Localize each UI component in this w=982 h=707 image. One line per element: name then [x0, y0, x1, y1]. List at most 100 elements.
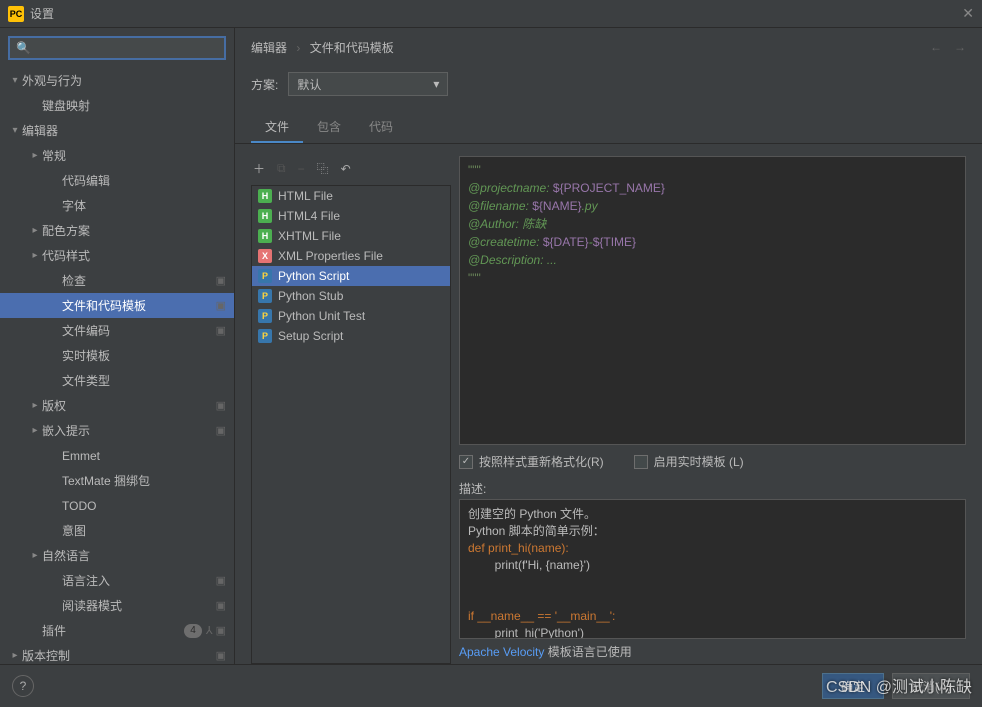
ok-button[interactable]: 确定	[822, 673, 884, 699]
sidebar-item[interactable]: TODO	[0, 493, 234, 518]
py-file-icon: P	[258, 329, 272, 343]
sidebar-item[interactable]: 插件4⅄ ▣	[0, 618, 234, 643]
sidebar-item[interactable]: 文件类型	[0, 368, 234, 393]
template-item[interactable]: XXML Properties File	[252, 246, 450, 266]
template-item[interactable]: PSetup Script	[252, 326, 450, 346]
sidebar-item[interactable]: ▸常规	[0, 143, 234, 168]
template-list: H HTML File HHTML4 FileHXHTML FileXXML Pro…	[251, 185, 451, 664]
file-toolbar: ＋ ⧉ − ⿻ ↶	[251, 156, 451, 185]
sidebar-item[interactable]: 代码编辑	[0, 168, 234, 193]
template-item-label: Python Script	[278, 269, 349, 283]
template-item-label: Python Unit Test	[278, 309, 365, 323]
sidebar-item-label: 代码编辑	[62, 172, 226, 189]
reformat-checkbox[interactable]: 按照样式重新格式化(R)	[459, 453, 604, 470]
scheme-select[interactable]: 默认 ▾	[288, 72, 448, 96]
template-item[interactable]: PPython Script	[252, 266, 450, 286]
sidebar-item-label: 阅读器模式	[62, 597, 212, 614]
sidebar-item[interactable]: 实时模板	[0, 343, 234, 368]
sidebar-item[interactable]: ▾编辑器	[0, 118, 234, 143]
sidebar-item-label: 版权	[42, 397, 212, 414]
sidebar-item-label: 文件编码	[62, 322, 212, 339]
velocity-note: Apache Velocity 模板语言已使用	[459, 639, 966, 664]
sidebar-item[interactable]: 阅读器模式 ▣	[0, 593, 234, 618]
chevron-down-icon: ▾	[433, 77, 439, 91]
sidebar-item-label: 外观与行为	[22, 72, 226, 89]
tab[interactable]: 文件	[251, 112, 303, 143]
app-icon: PC	[8, 6, 24, 22]
live-template-label: 启用实时模板 (L)	[654, 453, 744, 470]
cancel-button[interactable]: 取消(A)	[892, 673, 970, 699]
project-scope-icon: ▣	[216, 649, 226, 662]
tabs: 文件包含代码	[235, 112, 982, 144]
live-template-checkbox[interactable]: 启用实时模板 (L)	[634, 453, 744, 470]
sidebar-item-label: 实时模板	[62, 347, 226, 364]
sidebar-item[interactable]: 检查 ▣	[0, 268, 234, 293]
tab[interactable]: 包含	[303, 112, 355, 143]
template-item-label: Python Stub	[278, 289, 343, 303]
sidebar-item-label: TextMate 捆绑包	[62, 472, 226, 489]
copy-template-button[interactable]: ⧉	[277, 161, 286, 176]
sidebar-item[interactable]: ▸版权▣	[0, 393, 234, 418]
nav-back-icon[interactable]: ←	[930, 40, 942, 54]
project-scope-icon: ▣	[216, 599, 226, 612]
project-scope-icon: ▣	[216, 274, 226, 287]
tab[interactable]: 代码	[355, 112, 407, 143]
template-item[interactable]: H HTML File	[252, 186, 450, 206]
copy-button[interactable]: ⿻	[317, 160, 329, 177]
sidebar-item[interactable]: ▸嵌入提示▣	[0, 418, 234, 443]
search-input[interactable]	[31, 41, 218, 55]
template-item[interactable]: P Python Unit Test	[252, 306, 450, 326]
tree-arrow-icon: ▸	[28, 425, 42, 436]
sidebar-item-label: 检查	[62, 272, 212, 289]
search-box[interactable]: 🔍	[8, 36, 226, 60]
html-file-icon: H	[258, 229, 272, 243]
sidebar-item-label: 意图	[62, 522, 226, 539]
badge: 4	[184, 624, 202, 638]
tree-arrow-icon: ▸	[28, 400, 42, 411]
project-scope-icon: ▣	[216, 299, 226, 312]
help-button[interactable]: ?	[12, 675, 34, 697]
py-file-icon: P	[258, 309, 272, 323]
sidebar-item-label: 版本控制	[22, 647, 212, 664]
template-item-label: HTML File	[278, 189, 333, 203]
remove-button[interactable]: −	[298, 162, 305, 176]
title-bar: PC 设置 ✕	[0, 0, 982, 28]
sidebar-item[interactable]: 文件编码▣	[0, 318, 234, 343]
sidebar-item[interactable]: Emmet	[0, 443, 234, 468]
sidebar-item[interactable]: 键盘映射	[0, 93, 234, 118]
sidebar-item[interactable]: 文件和代码模板 ▣	[0, 293, 234, 318]
sidebar-item[interactable]: 字体	[0, 193, 234, 218]
close-icon[interactable]: ✕	[962, 5, 974, 22]
footer: ? 确定 取消(A) CSDN @测试小陈缺	[0, 664, 982, 707]
sidebar-item[interactable]: 语言注入▣	[0, 568, 234, 593]
revert-button[interactable]: ↶	[341, 162, 351, 176]
search-icon: 🔍	[16, 41, 31, 55]
velocity-link[interactable]: Apache Velocity	[459, 645, 544, 659]
template-item[interactable]: HHTML4 File	[252, 206, 450, 226]
sidebar-item[interactable]: ▸代码样式	[0, 243, 234, 268]
html-file-icon: H	[258, 189, 272, 203]
nav-forward-icon[interactable]: →	[954, 40, 966, 54]
settings-sidebar: 🔍 ▾外观与行为键盘映射▾编辑器▸常规代码编辑字体▸配色方案▸代码样式检查▣文件…	[0, 28, 235, 664]
checkbox-icon	[634, 455, 648, 469]
sidebar-item[interactable]: 意图	[0, 518, 234, 543]
add-button[interactable]: ＋	[253, 160, 265, 177]
sidebar-item-label: 文件和代码模板	[62, 297, 212, 314]
sidebar-item[interactable]: ▾外观与行为	[0, 68, 234, 93]
sidebar-item-label: 配色方案	[42, 222, 226, 239]
sidebar-item[interactable]: TextMate 捆绑包	[0, 468, 234, 493]
sidebar-item[interactable]: ▸版本控制 ▣	[0, 643, 234, 664]
sidebar-item[interactable]: ▸自然语言	[0, 543, 234, 568]
sidebar-item-label: 嵌入提示	[42, 422, 212, 439]
description-box[interactable]: 创建空的 Python 文件。 Python 脚本的简单示例： def prin…	[459, 499, 966, 639]
template-editor[interactable]: """ @projectname: ${PROJECT_NAME} @filen…	[459, 156, 966, 445]
sidebar-item-label: 文件类型	[62, 372, 226, 389]
description-label: 描述:	[459, 480, 966, 497]
sidebar-item-label: 代码样式	[42, 247, 226, 264]
content-panel: 编辑器 › 文件和代码模板 ← → 方案: 默认 ▾ 文件包含代码 ＋ ⧉	[235, 28, 982, 664]
tree-arrow-icon: ▸	[28, 550, 42, 561]
sidebar-item[interactable]: ▸配色方案	[0, 218, 234, 243]
template-item[interactable]: PPython Stub	[252, 286, 450, 306]
template-item[interactable]: HXHTML File	[252, 226, 450, 246]
tree-arrow-icon: ▸	[8, 650, 22, 661]
